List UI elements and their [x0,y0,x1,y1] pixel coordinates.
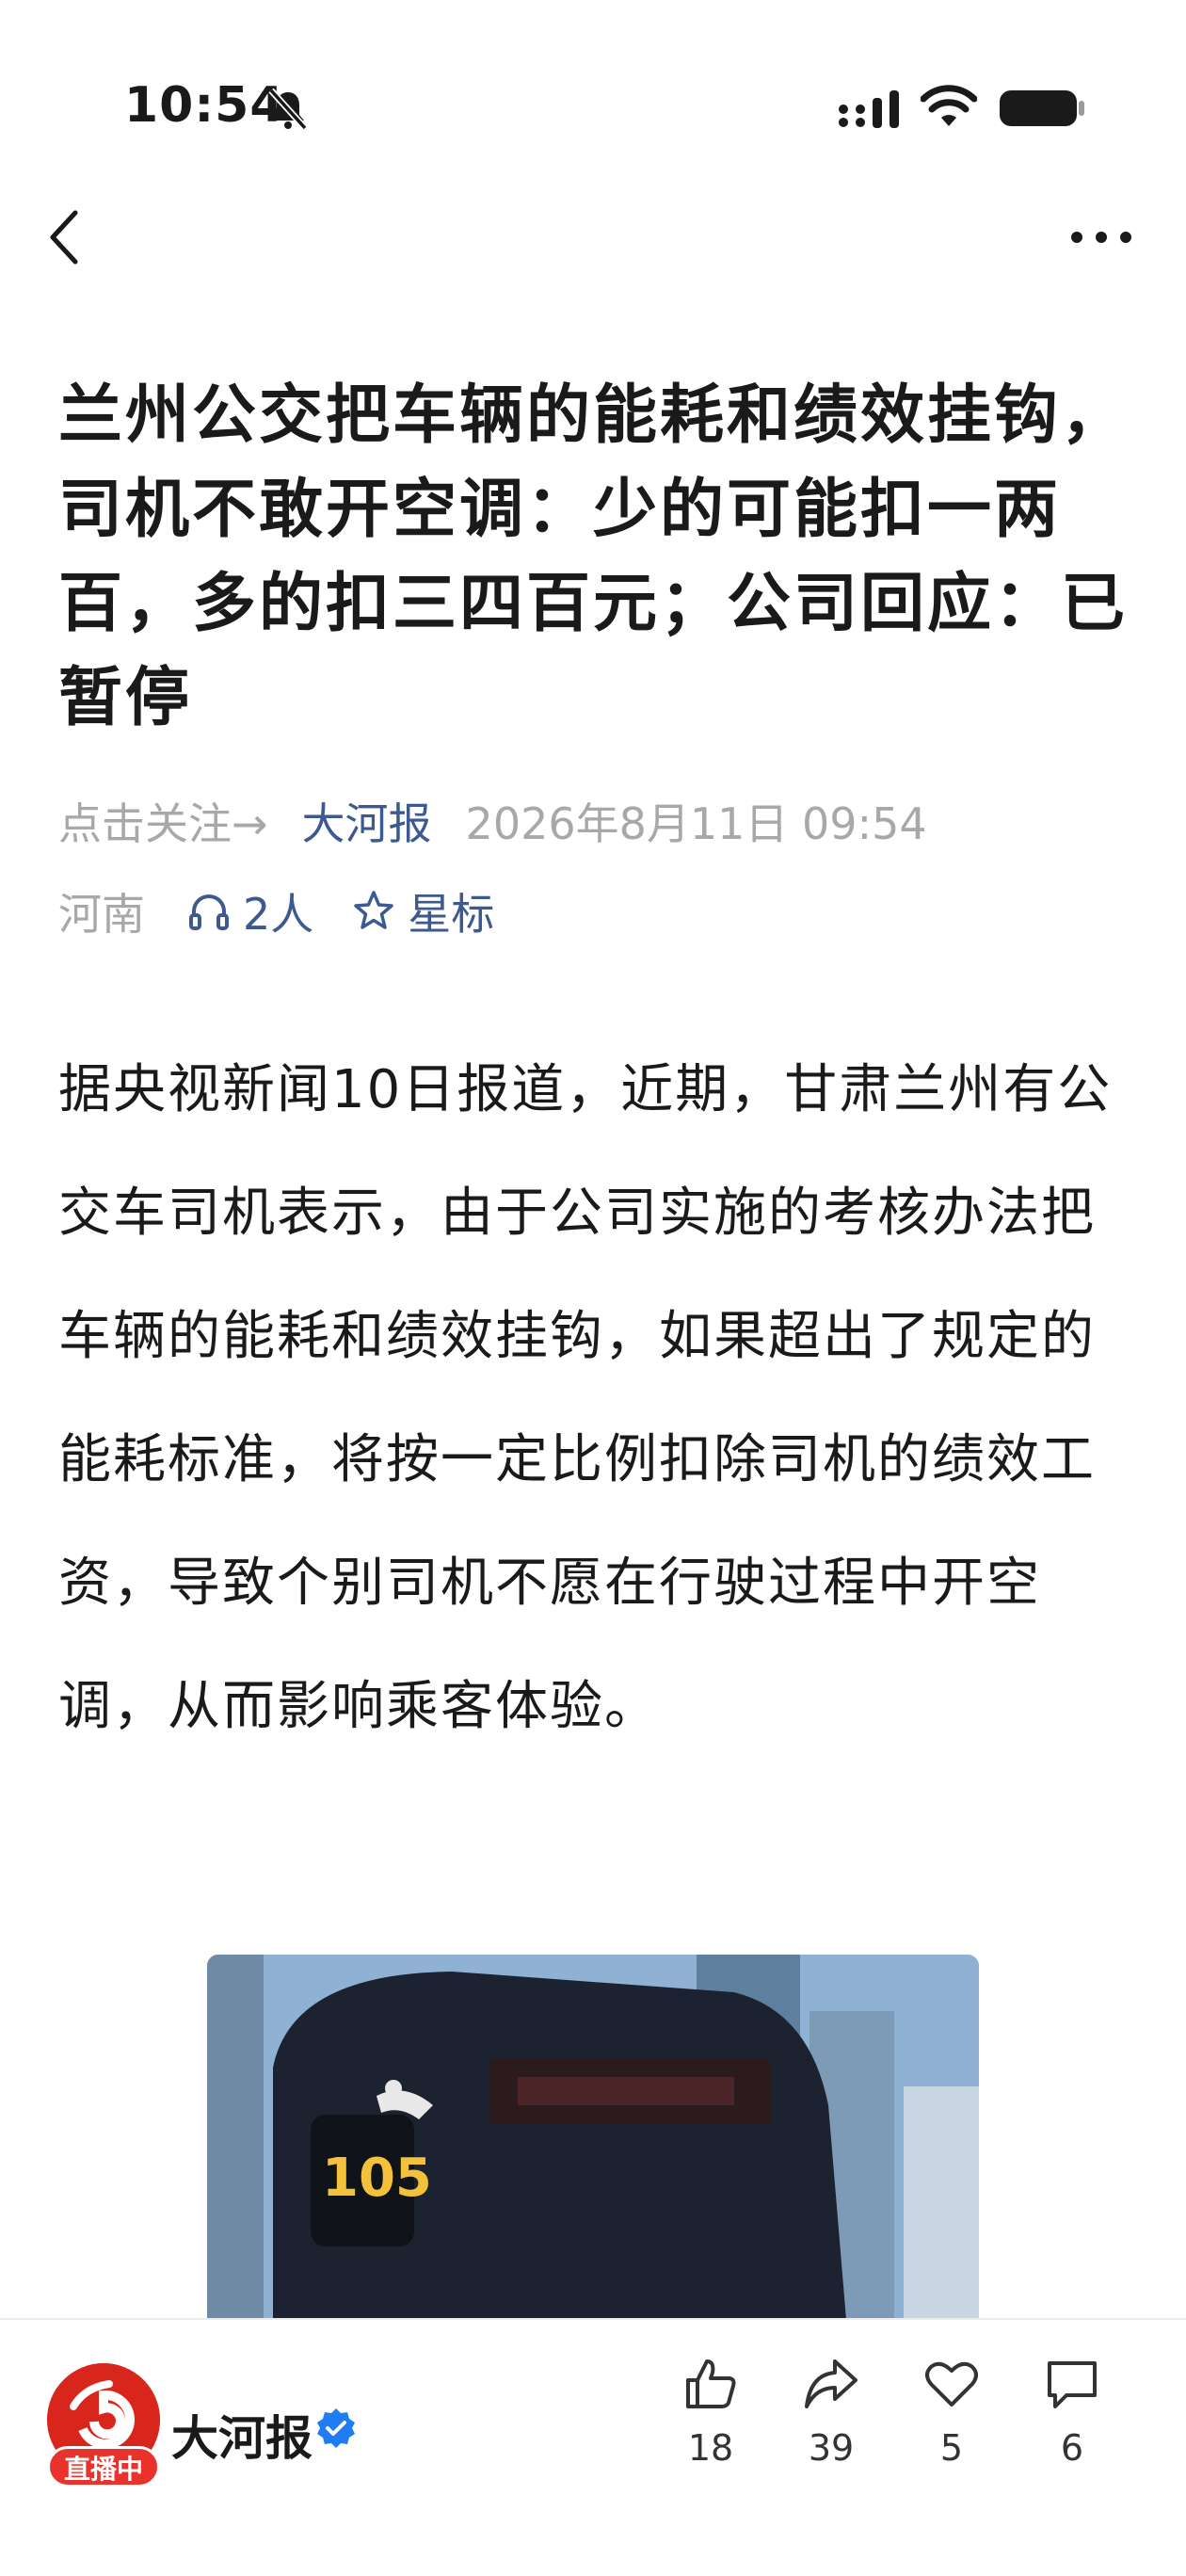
share-count: 39 [808,2427,855,2469]
comment-button[interactable]: 6 [1020,2354,1124,2469]
publish-date: 2026年8月11日 09:54 [465,798,927,849]
battery-icon [1000,90,1084,126]
thumbs-up-icon [686,2359,736,2408]
heart-icon [925,2361,978,2407]
comment-count: 6 [1060,2427,1084,2469]
bottom-action-bar: 直播中 大河报 18 39 5 6 [0,2318,1186,2576]
like-button[interactable]: 18 [659,2354,762,2469]
favorite-count: 5 [939,2427,964,2469]
follow-link[interactable]: 点击关注→ [58,790,268,852]
article-meta: 点击关注→ 大河报 2026年8月11日 09:54 [58,791,927,851]
source-link[interactable]: 大河报 [302,790,432,852]
article-headline: 兰州公交把车辆的能耗和绩效挂钩，司机不敢开空调：少的可能扣一两百，多的扣三四百元… [58,378,1129,735]
star-icon [354,891,394,929]
wifi-icon [921,85,977,126]
more-options-icon[interactable] [1064,218,1139,256]
bell-mute-icon [268,88,308,131]
live-badge: 直播中 [47,2446,160,2487]
bus-photo-illustration: 105 [207,1955,979,2331]
region-label: 河南 [58,889,145,940]
article-image[interactable]: 105 [207,1955,979,2331]
status-bar: 10:54 [0,0,1186,217]
comment-bubble-icon [1048,2361,1097,2408]
headphones-icon [189,894,229,930]
channel-avatar[interactable]: 直播中 [43,2363,166,2487]
article-meta-secondary: 河南 2人 星标 [58,881,494,942]
verified-icon [317,2408,355,2448]
back-icon[interactable] [38,203,90,271]
channel-name[interactable]: 大河报 [171,2401,313,2469]
bus-route-number: 105 [322,2148,432,2209]
share-arrow-icon [805,2359,857,2408]
like-count: 18 [687,2427,734,2469]
listener-count: 2人 [243,889,314,940]
share-button[interactable]: 39 [779,2354,883,2469]
article-body: 据央视新闻10日报道，近期，甘肃兰州有公交车司机表示，由于公司实施的考核办法把车… [58,1059,1113,1737]
status-time: 10:54 [124,77,285,134]
listen-button[interactable]: 2人 [186,880,313,942]
star-label: 星标 [408,889,495,940]
star-button[interactable]: 星标 [351,880,494,942]
cellular-signal-icon [839,90,899,128]
favorite-button[interactable]: 5 [900,2354,1003,2469]
